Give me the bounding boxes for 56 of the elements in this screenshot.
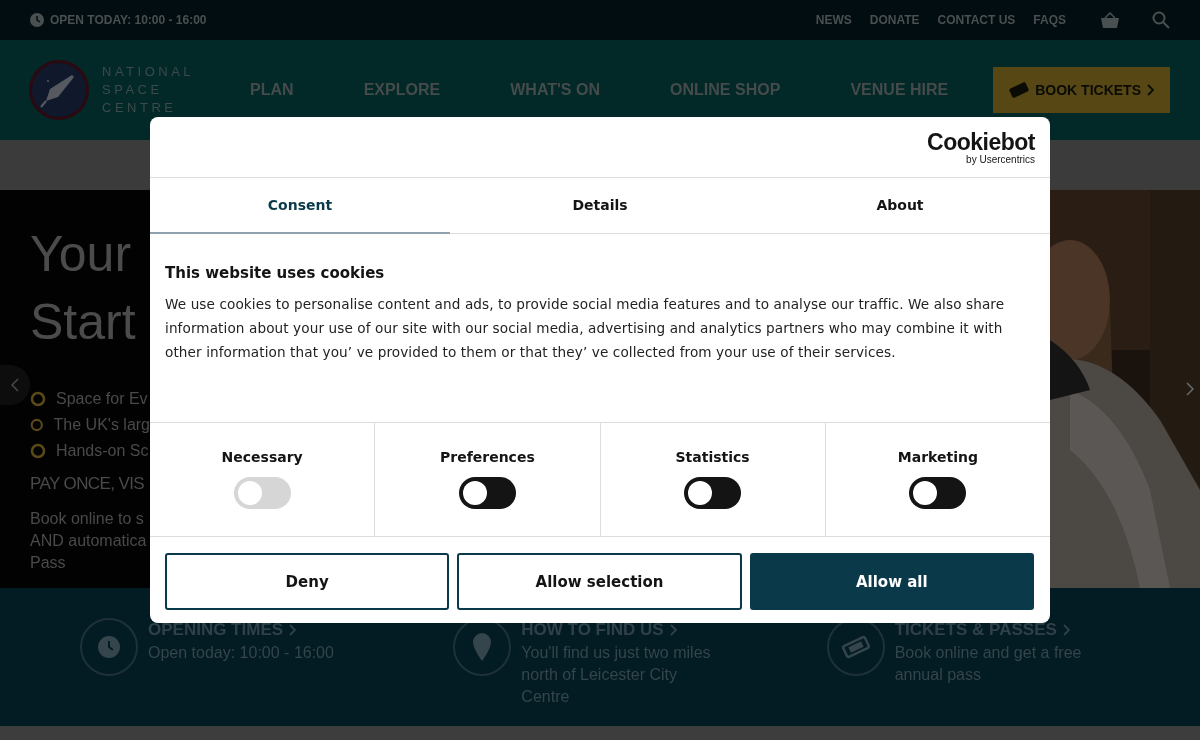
dialog-text: We use cookies to personalise content and ads, to provide social media features and to analyse our traffic. We also share information about your use of our site with our social media, advertising and analytics partners who may combine it with other information that you’ ve provided to them or that they’ ve collected from your use of their services. xyxy=(165,295,1006,362)
toggle-label: Marketing xyxy=(897,449,978,465)
dialog-tab[interactable]: Details xyxy=(450,178,750,234)
toggle-switch[interactable] xyxy=(458,477,516,509)
rocket-logo-icon[interactable] xyxy=(28,59,90,121)
ticket-icon xyxy=(840,635,871,659)
dialog-tab[interactable]: About xyxy=(750,178,1050,234)
toggle-label: Necessary xyxy=(221,449,303,465)
feature-text: Hands-on Sc xyxy=(56,441,149,461)
feature-text: Space for Ev xyxy=(56,389,148,409)
nav-link[interactable]: WHAT'S ON xyxy=(510,81,600,99)
brand-subtitle: by Usercentrics xyxy=(966,153,1035,165)
search-icon[interactable] xyxy=(1152,11,1170,29)
basket-icon[interactable] xyxy=(1100,11,1120,29)
chevron-left-icon xyxy=(11,378,19,392)
hero-title: Start xyxy=(30,293,137,352)
top-link[interactable]: CONTACT US xyxy=(937,13,1016,27)
top-link[interactable]: DONATE xyxy=(869,13,920,27)
map-pin-icon xyxy=(472,633,493,661)
ticket-icon xyxy=(1009,82,1030,98)
dialog-heading: This website uses cookies xyxy=(165,264,386,282)
feature-icon xyxy=(30,417,44,433)
chevron-icon xyxy=(289,624,297,636)
toggle-label: Statistics xyxy=(675,449,750,465)
logo-text: CENTRE xyxy=(102,100,178,116)
book-tickets-button[interactable]: BOOK TICKETS xyxy=(993,67,1170,113)
dialog-button[interactable]: Deny xyxy=(165,553,450,610)
allow-all-button[interactable]: Allow all xyxy=(749,553,1034,610)
clock-icon xyxy=(97,635,121,659)
hero-title: Your xyxy=(30,225,133,284)
top-link[interactable]: NEWS xyxy=(815,13,852,27)
toggle-label: Preferences xyxy=(440,449,535,465)
feature-icon xyxy=(30,443,46,459)
hero-text: AND automatica xyxy=(30,531,148,551)
dialog-tab[interactable]: Consent xyxy=(150,178,450,234)
hero-text: Pass xyxy=(30,553,67,573)
nav-link[interactable]: ONLINE SHOP xyxy=(670,81,781,99)
dialog-button[interactable]: Allow selection xyxy=(457,553,742,610)
clock-icon xyxy=(30,13,44,27)
brand-logo: Cookiebot xyxy=(927,129,1035,154)
toggle-switch[interactable] xyxy=(909,477,967,509)
logo-text: NATIONAL xyxy=(102,64,195,80)
chevron-icon xyxy=(1062,624,1070,636)
hero-text: Book online to s xyxy=(30,509,145,529)
hero-subtitle: PAY ONCE, VIS xyxy=(30,474,146,494)
nav-link[interactable]: VENUE HIRE xyxy=(850,81,949,99)
chevron-icon xyxy=(669,624,677,636)
chevron-icon xyxy=(1147,84,1154,96)
logo-text: SPACE xyxy=(102,82,164,98)
nav-link[interactable]: PLAN xyxy=(250,81,294,99)
opening-hours: OPEN TODAY: 10:00 - 16:00 xyxy=(50,13,207,27)
toggle-switch[interactable] xyxy=(684,477,742,509)
nav-link[interactable]: EXPLORE xyxy=(363,81,441,99)
top-link[interactable]: FAQS xyxy=(1033,13,1066,27)
feature-text: The UK's larg xyxy=(53,415,150,435)
feature-icon xyxy=(30,391,46,407)
